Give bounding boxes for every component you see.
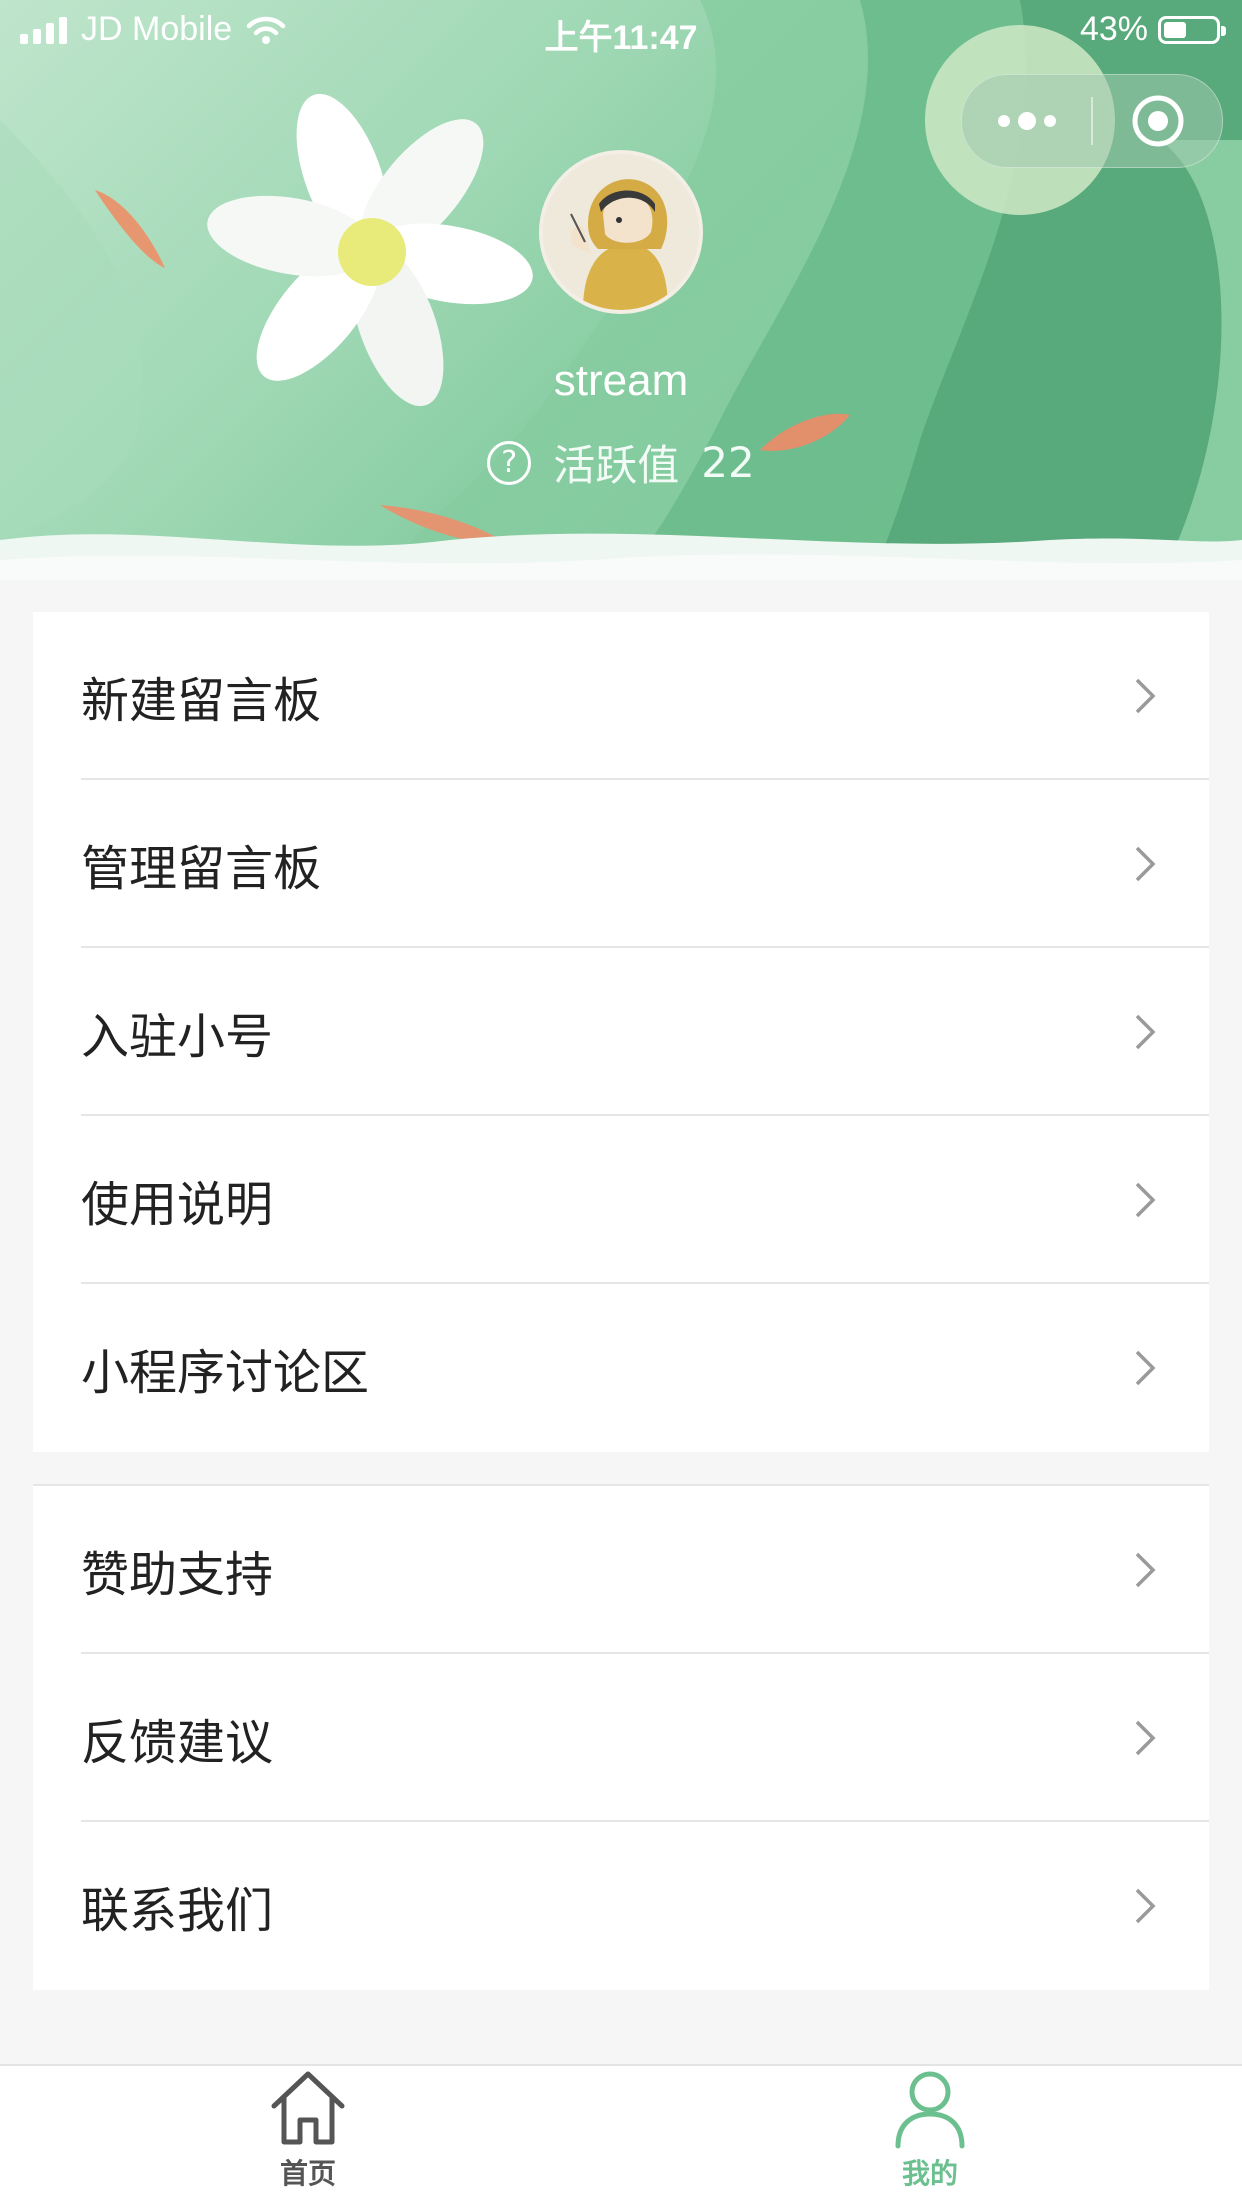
more-button[interactable] — [962, 75, 1091, 167]
menu-item-discussion[interactable]: 小程序讨论区 — [33, 1284, 1209, 1452]
chevron-right-icon — [1135, 678, 1156, 714]
avatar-illustration — [543, 154, 699, 310]
menu-item-label: 管理留言板 — [81, 841, 322, 897]
menu-item-new-board[interactable]: 新建留言板 — [33, 612, 1209, 780]
menu-group-secondary: 赞助支持 反馈建议 联系我们 — [33, 1484, 1209, 1990]
menu-item-label: 联系我们 — [81, 1883, 274, 1939]
battery-group: 43% — [1079, 10, 1226, 49]
activity-row: ? 活跃值 22 — [0, 432, 1242, 493]
chevron-right-icon — [1135, 1888, 1156, 1924]
menu-item-label: 反馈建议 — [81, 1715, 274, 1771]
menu-item-label: 新建留言板 — [81, 673, 322, 729]
menu-item-manage-board[interactable]: 管理留言板 — [33, 780, 1209, 948]
person-icon — [895, 2071, 965, 2149]
tab-home-label: 首页 — [279, 2157, 336, 2190]
chevron-right-icon — [1135, 1014, 1156, 1050]
menu-item-join-account[interactable]: 入驻小号 — [33, 948, 1209, 1116]
target-circle-icon — [1132, 95, 1183, 147]
chevron-right-icon — [1135, 1350, 1156, 1386]
menu-item-instructions[interactable]: 使用说明 — [33, 1116, 1209, 1284]
tab-home[interactable]: 首页 — [208, 2066, 408, 2208]
tab-bar: 首页 我的 — [0, 2064, 1242, 2208]
menu-item-contact[interactable]: 联系我们 — [33, 1822, 1209, 1990]
menu-item-label: 使用说明 — [81, 1177, 274, 1233]
miniprogram-capsule — [961, 74, 1223, 168]
username: stream — [553, 356, 689, 405]
activity-value: 22 — [701, 438, 755, 487]
menu-item-sponsor[interactable]: 赞助支持 — [33, 1486, 1209, 1654]
chevron-right-icon — [1135, 1182, 1156, 1218]
avatar[interactable] — [539, 150, 703, 314]
battery-percent: 43% — [1079, 10, 1148, 48]
activity-label: 活跃值 — [553, 441, 680, 490]
menu-group-primary: 新建留言板 管理留言板 入驻小号 使用说明 小程序讨论区 — [33, 612, 1209, 1452]
battery-icon — [1158, 15, 1226, 44]
status-bar: JD Mobile 上午11:47 43% — [0, 0, 1242, 62]
chevron-right-icon — [1135, 1720, 1156, 1756]
more-dots-icon — [997, 115, 1010, 127]
menu-item-label: 赞助支持 — [81, 1547, 274, 1603]
status-time: 上午11:47 — [544, 19, 698, 57]
menu-item-feedback[interactable]: 反馈建议 — [33, 1654, 1209, 1822]
close-button[interactable] — [1093, 75, 1222, 167]
home-icon — [271, 2071, 345, 2145]
help-circle-icon[interactable]: ? — [487, 440, 532, 485]
tab-mine-label: 我的 — [901, 2157, 958, 2190]
menu-item-label: 入驻小号 — [81, 1009, 274, 1065]
tab-mine[interactable]: 我的 — [830, 2066, 1030, 2208]
profile-header: JD Mobile 上午11:47 43% stream ? 活跃值 22 — [0, 0, 1242, 580]
chevron-right-icon — [1135, 1552, 1156, 1588]
chevron-right-icon — [1135, 846, 1156, 882]
menu-item-label: 小程序讨论区 — [81, 1345, 370, 1401]
